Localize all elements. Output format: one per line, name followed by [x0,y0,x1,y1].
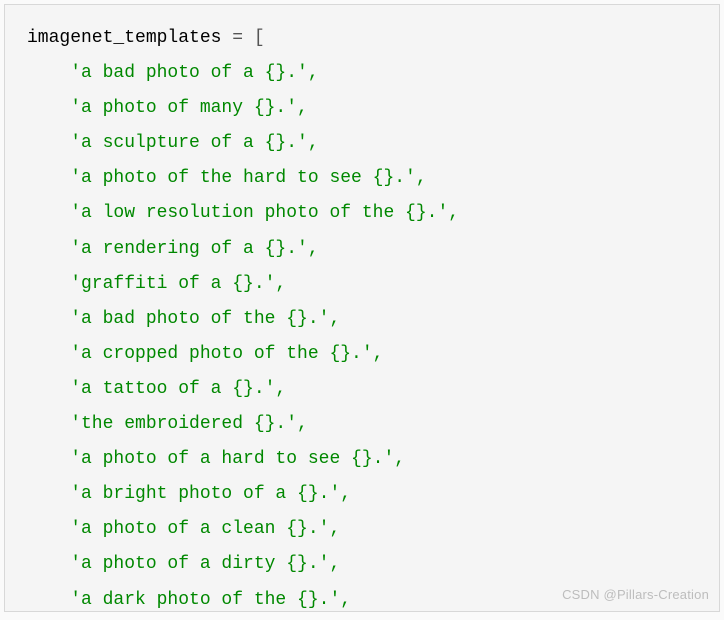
code-line: 'a sculpture of a {}.', [27,133,319,153]
code-line: 'a tattoo of a {}.', [27,379,286,399]
code-line: 'a low resolution photo of the {}.', [27,203,459,223]
code-block: imagenet_templates = [ 'a bad photo of a… [4,4,720,612]
code-line: 'a photo of a clean {}.', [27,519,340,539]
variable-name: imagenet_templates [27,28,221,48]
code-line: 'a cropped photo of the {}.', [27,344,383,364]
code-line: 'a bright photo of a {}.', [27,484,351,504]
code-line: 'a dark photo of the {}.', [27,590,351,610]
code-line: 'a photo of the hard to see {}.', [27,168,427,188]
code-line: 'a photo of a dirty {}.', [27,554,340,574]
code-line: 'a bad photo of the {}.', [27,309,340,329]
code-line: 'a bad photo of a {}.', [27,63,319,83]
code-line: 'a photo of many {}.', [27,98,308,118]
code-line: 'a rendering of a {}.', [27,239,319,259]
watermark: CSDN @Pillars-Creation [562,582,709,607]
code-line: 'graffiti of a {}.', [27,274,286,294]
assign-op: = [ [232,28,264,48]
code-line: 'the embroidered {}.', [27,414,308,434]
code-line: 'a photo of a hard to see {}.', [27,449,405,469]
